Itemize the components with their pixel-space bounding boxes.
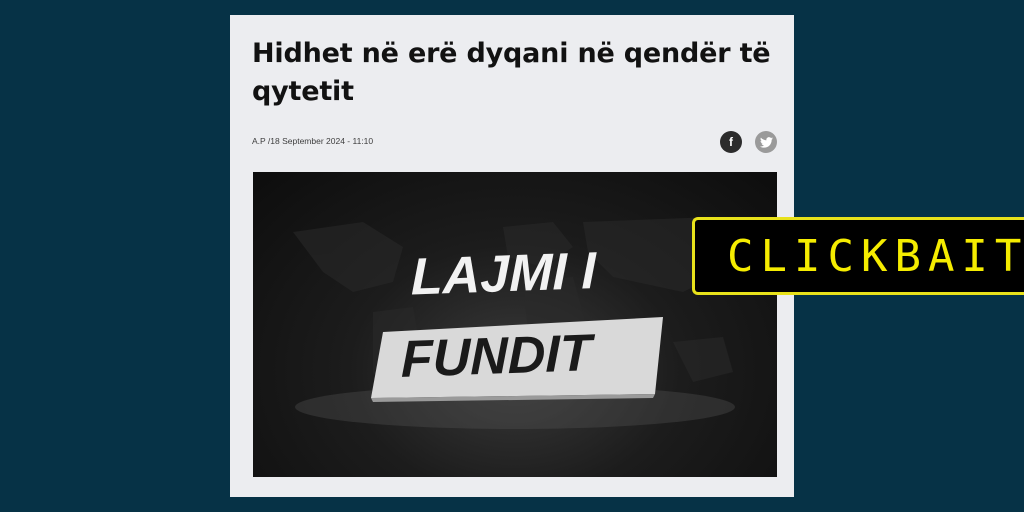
headline-line1: LAJMI I (411, 242, 597, 306)
clickbait-text: CLICKBAIT (727, 230, 1024, 282)
facebook-icon: f (729, 135, 733, 149)
article-meta: A.P /18 September 2024 - 11:10 (252, 136, 374, 146)
facebook-share-button[interactable]: f (720, 131, 742, 153)
twitter-icon (759, 136, 773, 148)
article-title: Hidhet në erë dyqani në qendër të qyteti… (252, 38, 771, 107)
headline-line2: FUNDIT (401, 324, 596, 389)
clickbait-label: CLICKBAIT (692, 217, 1024, 295)
twitter-share-button[interactable] (755, 131, 777, 153)
